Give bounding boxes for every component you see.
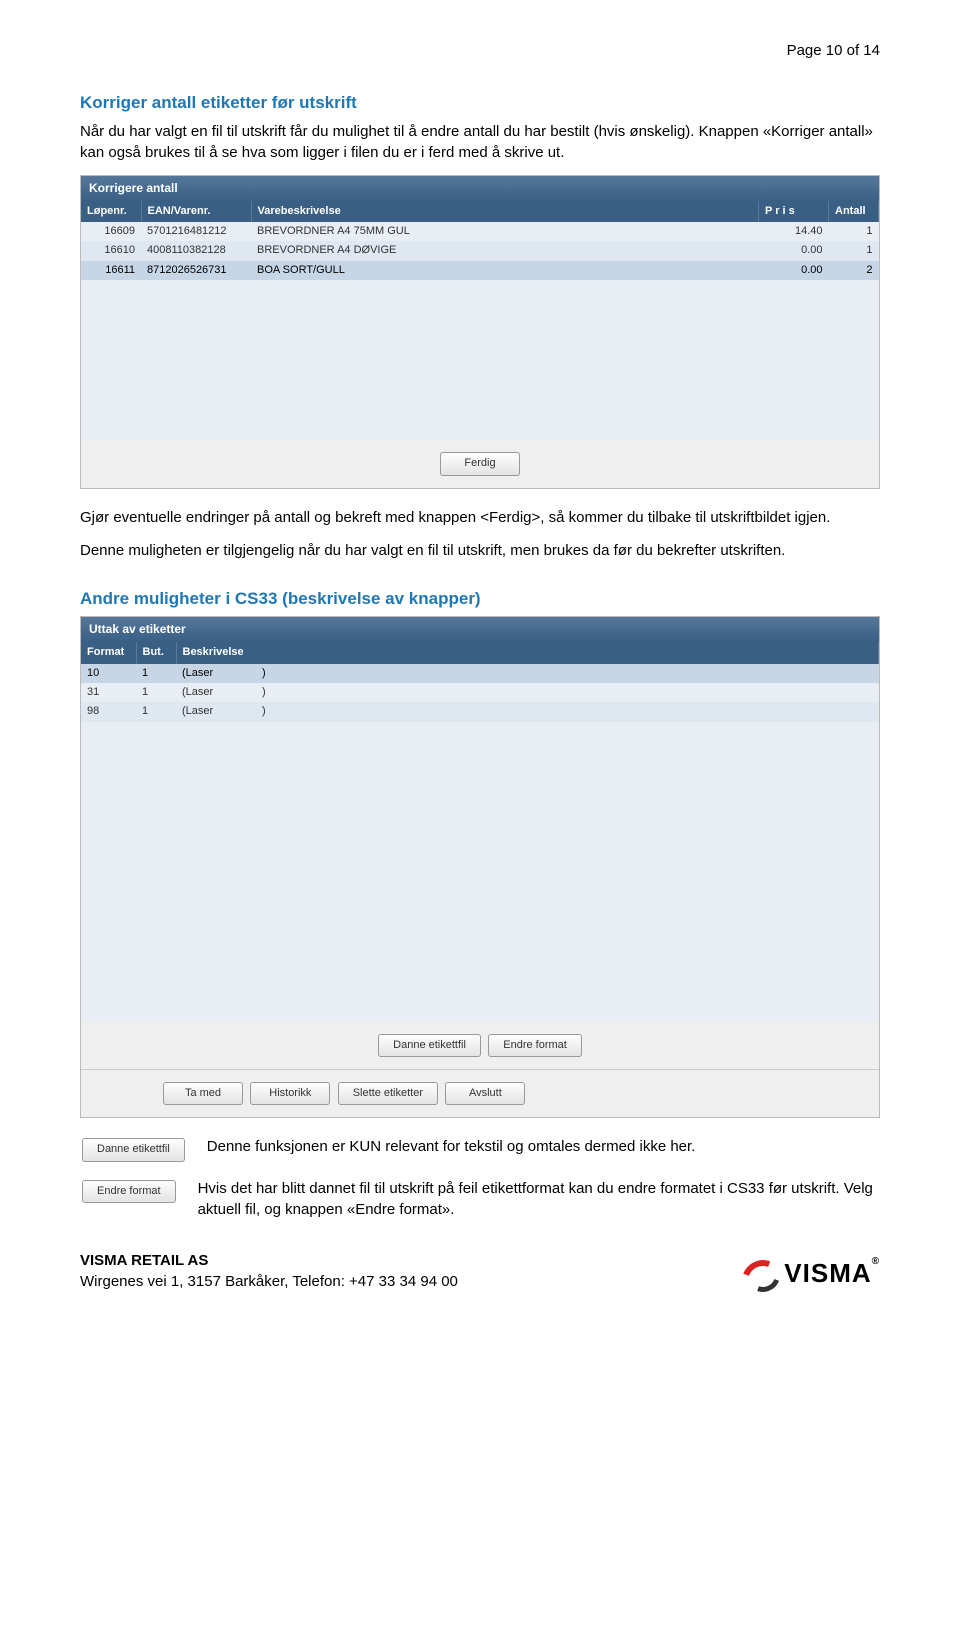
cell: ) <box>256 702 879 721</box>
panel1-grid: Løpenr. EAN/Varenr. Varebeskrivelse P r … <box>81 201 879 281</box>
slette-etiketter-button[interactable]: Slette etiketter <box>338 1082 438 1105</box>
info-endre-format: Endre format Hvis det har blitt dannet f… <box>80 1178 880 1220</box>
cell: 31 <box>81 683 136 702</box>
footer-left: VISMA RETAIL AS Wirgenes vei 1, 3157 Bar… <box>80 1250 458 1292</box>
cell: 8712026526731 <box>141 261 251 280</box>
visma-logo-text: VISMA® <box>784 1255 880 1291</box>
cell: 2 <box>829 261 879 280</box>
cell: 4008110382128 <box>141 241 251 260</box>
panel1-empty-area <box>81 280 879 440</box>
panel2-empty-area <box>81 722 879 1022</box>
page-number: Page 10 of 14 <box>80 40 880 61</box>
section1-para3: Denne muligheten er tilgjengelig når du … <box>80 540 880 561</box>
cell: 1 <box>136 702 176 721</box>
col-antall[interactable]: Antall <box>829 201 879 222</box>
cell: (Laser <box>176 664 256 683</box>
cell: 1 <box>136 683 176 702</box>
cell: 1 <box>136 664 176 683</box>
table-row[interactable]: 10 1 (Laser ) <box>81 664 879 683</box>
info2-text: Hvis det har blitt dannet fil til utskri… <box>198 1178 880 1220</box>
section1-para1: Når du har valgt en fil til utskrift får… <box>80 121 880 163</box>
col-ean[interactable]: EAN/Varenr. <box>141 201 251 222</box>
cell: 14.40 <box>759 222 829 241</box>
table-row[interactable]: 31 1 (Laser ) <box>81 683 879 702</box>
cell: BOA SORT/GULL <box>251 261 759 280</box>
cell: 1 <box>829 241 879 260</box>
ferdig-button[interactable]: Ferdig <box>440 452 520 475</box>
danne-etikettfil-button-ref[interactable]: Danne etikettfil <box>82 1138 185 1161</box>
registered-icon: ® <box>872 1256 880 1267</box>
avslutt-button[interactable]: Avslutt <box>445 1082 525 1105</box>
section2-title: Andre muligheter i CS33 (beskrivelse av … <box>80 587 880 611</box>
footer-address: Wirgenes vei 1, 3157 Barkåker, Telefon: … <box>80 1271 458 1292</box>
table-row[interactable]: 16611 8712026526731 BOA SORT/GULL 0.00 2 <box>81 261 879 280</box>
col-lopenr[interactable]: Løpenr. <box>81 201 141 222</box>
panel2-button-row-b: Ta med Historikk Slette etiketter Avslut… <box>81 1069 879 1117</box>
table-row[interactable]: 16610 4008110382128 BREVORDNER A4 DØVIGE… <box>81 241 879 260</box>
panel2-button-row-a: Danne etikettfil Endre format <box>81 1022 879 1069</box>
panel-uttak-etiketter: Uttak av etiketter Format But. Beskrivel… <box>80 616 880 1118</box>
panel1-title: Korrigere antall <box>81 176 879 201</box>
col-pris[interactable]: P r i s <box>759 201 829 222</box>
panel1-button-row: Ferdig <box>81 440 879 487</box>
cell: ) <box>256 664 879 683</box>
endre-format-button[interactable]: Endre format <box>488 1034 582 1057</box>
info1-text: Denne funksjonen er KUN relevant for tek… <box>207 1136 880 1157</box>
cell: 1 <box>829 222 879 241</box>
cell: 0.00 <box>759 241 829 260</box>
section1-title: Korriger antall etiketter før utskrift <box>80 91 880 115</box>
col-but[interactable]: But. <box>136 642 176 663</box>
cell: 0.00 <box>759 261 829 280</box>
col-format[interactable]: Format <box>81 642 136 663</box>
table-row[interactable]: 16609 5701216481212 BREVORDNER A4 75MM G… <box>81 222 879 241</box>
visma-logo: VISMA® <box>744 1255 880 1291</box>
cell: 5701216481212 <box>141 222 251 241</box>
info-danne-etikettfil: Danne etikettfil Denne funksjonen er KUN… <box>80 1136 880 1163</box>
section1-para2: Gjør eventuelle endringer på antall og b… <box>80 507 880 528</box>
visma-logo-word: VISMA <box>784 1258 871 1288</box>
col-varebesk[interactable]: Varebeskrivelse <box>251 201 759 222</box>
table-row[interactable]: 98 1 (Laser ) <box>81 702 879 721</box>
page-footer: VISMA RETAIL AS Wirgenes vei 1, 3157 Bar… <box>80 1250 880 1292</box>
cell: BREVORDNER A4 DØVIGE <box>251 241 759 260</box>
ta-med-button[interactable]: Ta med <box>163 1082 243 1105</box>
cell: ) <box>256 683 879 702</box>
historikk-button[interactable]: Historikk <box>250 1082 330 1105</box>
cell: (Laser <box>176 683 256 702</box>
cell: 16610 <box>81 241 141 260</box>
cell: 10 <box>81 664 136 683</box>
panel-korrigere-antall: Korrigere antall Løpenr. EAN/Varenr. Var… <box>80 175 880 489</box>
footer-company: VISMA RETAIL AS <box>80 1250 458 1271</box>
cell: 16611 <box>81 261 141 280</box>
panel2-title: Uttak av etiketter <box>81 617 879 642</box>
cell: BREVORDNER A4 75MM GUL <box>251 222 759 241</box>
danne-etikettfil-button[interactable]: Danne etikettfil <box>378 1034 481 1057</box>
panel2-grid: Format But. Beskrivelse 10 1 (Laser ) 31… <box>81 642 879 722</box>
col-besk[interactable]: Beskrivelse <box>176 642 879 663</box>
visma-swoosh-icon <box>744 1260 778 1288</box>
cell: (Laser <box>176 702 256 721</box>
cell: 98 <box>81 702 136 721</box>
endre-format-button-ref[interactable]: Endre format <box>82 1180 176 1203</box>
cell: 16609 <box>81 222 141 241</box>
